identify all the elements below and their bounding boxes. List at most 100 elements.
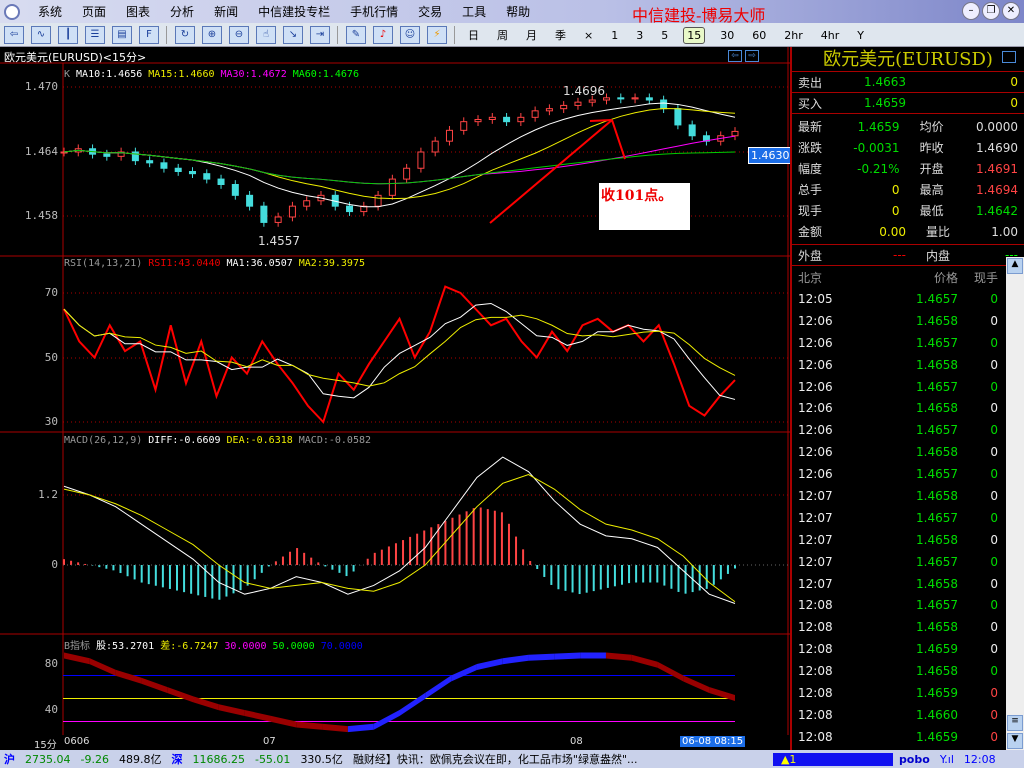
scroll-thumb[interactable]: ≡ — [1007, 715, 1023, 731]
period-button[interactable]: Y — [854, 28, 867, 43]
chart-canvas[interactable] — [0, 47, 790, 735]
scroll-up-icon[interactable]: ▲ — [1007, 258, 1023, 274]
tick-price: 1.4658 — [916, 532, 958, 547]
maximize-icon[interactable] — [1002, 51, 1016, 63]
trend-arrow — [611, 119, 626, 160]
x-period-label: 15分 — [34, 740, 57, 751]
candlestick-icon[interactable]: ┃ — [58, 25, 78, 44]
app-icon[interactable] — [4, 3, 20, 20]
candle-body — [431, 140, 439, 153]
tick-price: 1.4657 — [916, 554, 958, 569]
menu-item[interactable]: 页面 — [82, 5, 106, 19]
quote-row: 最新 1.4659 均价 0.0000 — [792, 116, 1024, 137]
period-button[interactable]: 15 — [683, 26, 706, 44]
menu-item[interactable]: 交易 — [418, 5, 442, 19]
tick-row: 12:07 1.4658 0 — [792, 529, 1024, 551]
alarm-bell-icon[interactable]: ♪ — [373, 25, 393, 44]
period-button[interactable]: 日 — [465, 28, 482, 43]
menu-item[interactable]: 手机行情 — [350, 5, 398, 19]
candle-body — [517, 116, 525, 123]
price-tick: 1.470 — [24, 80, 58, 93]
period-button[interactable]: 2hr — [781, 28, 806, 43]
period-button[interactable]: 60 — [749, 28, 769, 43]
chart-area[interactable]: 欧元美元(EURUSD)<15分> ⇦ ⇨ K MA10:1.4656 MA15:1… — [0, 47, 793, 735]
sh-change: -9.26 — [80, 752, 109, 766]
period-button[interactable]: 30 — [717, 28, 737, 43]
col-time: 北京 — [798, 270, 823, 285]
quote-label: 现手 — [798, 204, 823, 218]
candle-body — [160, 162, 168, 169]
period-button[interactable]: 3 — [633, 28, 646, 43]
refresh-icon[interactable]: ↻ — [175, 25, 195, 44]
menu-item[interactable]: 分析 — [170, 5, 194, 19]
quote-label: 幅度 — [798, 162, 823, 176]
menu-item[interactable]: 工具 — [462, 5, 486, 19]
ma10-label: MA10:1.4656 — [76, 69, 143, 80]
period-button[interactable]: 周 — [494, 28, 511, 43]
candle-body — [603, 97, 611, 101]
b-name: B指标 — [64, 641, 91, 652]
minimize-button[interactable]: – — [962, 2, 980, 20]
menu-item[interactable]: 帮助 — [506, 5, 530, 19]
b-band — [89, 658, 116, 676]
tick-time: 12:06 — [798, 401, 833, 416]
period-button[interactable]: 4hr — [818, 28, 843, 43]
select-hand-icon[interactable]: ☝ — [256, 25, 276, 44]
tick-row: 12:06 1.4658 0 — [792, 354, 1024, 376]
high-label: 1.4696 — [563, 84, 605, 98]
quote-row: 总手 0 最高 1.4694 — [792, 179, 1024, 200]
period-button[interactable]: 季 — [552, 28, 569, 43]
alert-indicator[interactable]: ▲1 — [772, 752, 893, 766]
quote-list-icon[interactable]: ☰ — [85, 25, 105, 44]
menu-item[interactable]: 图表 — [126, 5, 150, 19]
users-icon[interactable]: ☺ — [400, 25, 420, 44]
back-icon[interactable]: ⇦ — [4, 25, 24, 44]
b-band — [425, 675, 452, 699]
import-icon[interactable]: ⇥ — [310, 25, 330, 44]
price-legend: K MA10:1.4656 MA15:1.4660 MA30:1.4672 MA60:1… — [64, 69, 365, 80]
scroll-down-icon[interactable]: ▼ — [1007, 733, 1023, 749]
quote-row: 现手 0 最低 1.4642 — [792, 200, 1024, 221]
candle-body — [731, 130, 739, 137]
period-button[interactable]: 月 — [523, 28, 540, 43]
f10-icon[interactable]: F — [139, 25, 159, 44]
scrollbar[interactable]: ▲ ≡ ▼ — [1006, 257, 1024, 750]
candle-body — [531, 110, 539, 118]
news-ticker[interactable]: 融财经】快讯：欧佩克会议在即，化工品市场"绿意盎然"... — [353, 751, 763, 767]
zoom-out-icon[interactable]: ⊖ — [229, 25, 249, 44]
menu-item[interactable]: 中信建投专栏 — [258, 5, 330, 19]
b-band — [296, 721, 323, 730]
export-icon[interactable]: ↘ — [283, 25, 303, 44]
annotation-note[interactable]: 收101点。 — [599, 183, 690, 230]
tick-time: 12:08 — [798, 729, 833, 744]
zoom-in-icon[interactable]: ⊕ — [202, 25, 222, 44]
b-50-label: 50.0000 — [272, 641, 315, 652]
restore-button[interactable]: ❐ — [982, 2, 1000, 20]
candle-body — [217, 178, 225, 185]
macd-tick: 1.2 — [38, 488, 58, 501]
menu-item[interactable]: 新闻 — [214, 5, 238, 19]
ticks-list[interactable]: 12:05 1.4657 0 12:06 1.4658 0 12:06 1.4657 0 12:0… — [792, 288, 1024, 748]
b-tick: 80 — [44, 657, 58, 670]
quote-title: 欧元美元(EURUSD) — [792, 47, 1024, 72]
period-button[interactable]: × — [581, 28, 596, 43]
tick-time: 12:06 — [798, 445, 833, 460]
line-chart-icon[interactable]: ∿ — [31, 25, 51, 44]
b-band — [244, 710, 271, 722]
outer-value: --- — [893, 248, 906, 262]
lightning-icon[interactable]: ⚡ — [427, 25, 447, 44]
candle-body — [346, 205, 354, 213]
menu-item[interactable]: 系统 — [38, 5, 62, 19]
tick-row: 12:05 1.4657 0 — [792, 288, 1024, 310]
period-button[interactable]: 1 — [608, 28, 621, 43]
tick-time: 12:08 — [798, 707, 833, 722]
tick-row: 12:07 1.4657 0 — [792, 551, 1024, 573]
b-band — [347, 723, 374, 733]
draw-pen-icon[interactable]: ✎ — [346, 25, 366, 44]
tick-row: 12:08 1.4658 0 — [792, 616, 1024, 638]
candle-body — [231, 184, 239, 196]
period-button[interactable]: 5 — [658, 28, 671, 43]
report-icon[interactable]: ▤ — [112, 25, 132, 44]
close-button[interactable]: ✕ — [1002, 2, 1020, 20]
tick-time: 12:06 — [798, 379, 833, 394]
